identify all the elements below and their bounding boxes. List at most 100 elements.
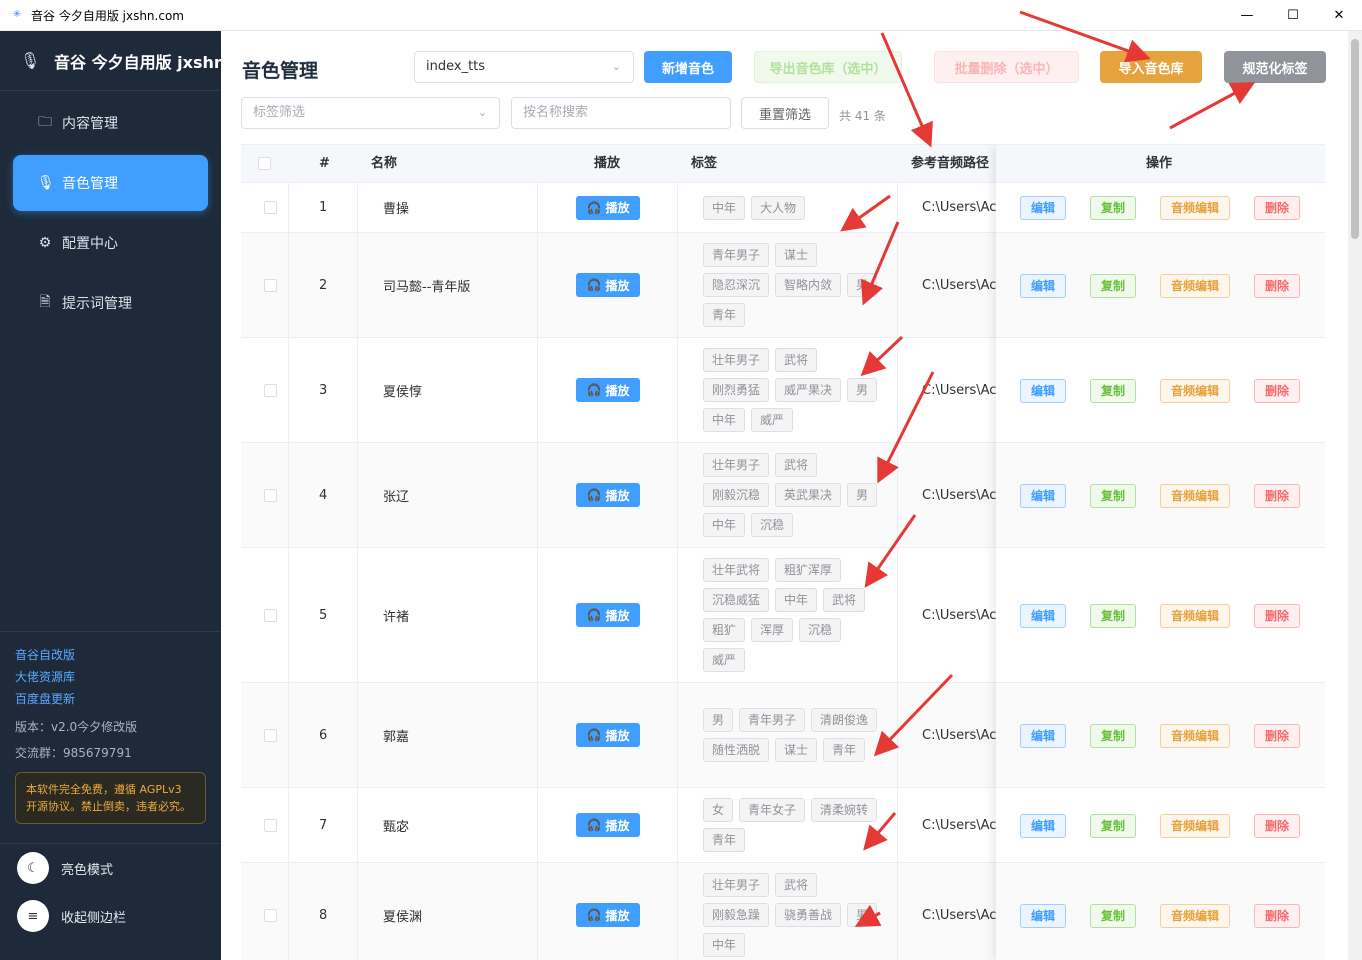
add-voice-button[interactable]: 新增音色 — [644, 51, 732, 83]
edit-button[interactable]: 编辑 — [1020, 484, 1067, 508]
delete-button[interactable]: 删除 — [1254, 904, 1301, 928]
tag[interactable]: 女 — [703, 798, 734, 822]
tag[interactable]: 中年 — [703, 408, 746, 432]
audio-edit-button[interactable]: 音频编辑 — [1160, 274, 1231, 298]
tag[interactable]: 青年 — [823, 738, 866, 762]
play-button[interactable]: 🎧 播放 — [576, 903, 640, 927]
copy-button[interactable]: 复制 — [1090, 196, 1137, 220]
tag[interactable]: 武将 — [823, 588, 866, 612]
copy-button[interactable]: 复制 — [1090, 484, 1137, 508]
search-input[interactable]: 按名称搜索 — [511, 97, 731, 129]
row-checkbox[interactable] — [264, 818, 277, 832]
tag[interactable]: 青年 — [703, 303, 746, 327]
play-button[interactable]: 🎧 播放 — [576, 378, 640, 402]
tag[interactable]: 刚毅急躁 — [703, 903, 770, 927]
tag[interactable]: 青年 — [703, 828, 746, 852]
copy-button[interactable]: 复制 — [1090, 724, 1137, 748]
tag[interactable]: 男 — [847, 483, 878, 507]
row-checkbox[interactable] — [264, 488, 277, 502]
tag[interactable]: 壮年武将 — [703, 558, 770, 582]
audio-edit-button[interactable]: 音频编辑 — [1160, 604, 1231, 628]
tag[interactable]: 威严 — [751, 408, 794, 432]
tag[interactable]: 壮年男子 — [703, 453, 770, 477]
tag[interactable]: 中年 — [703, 933, 746, 957]
row-checkbox[interactable] — [264, 201, 277, 214]
maximize-button[interactable]: ☐ — [1270, 0, 1316, 31]
tag[interactable]: 大人物 — [751, 195, 806, 220]
tag[interactable]: 武将 — [775, 453, 818, 477]
sidebar-item-config[interactable]: ⚙ 配置中心 — [13, 215, 208, 271]
play-button[interactable]: 🎧 播放 — [576, 813, 640, 837]
row-checkbox[interactable] — [264, 728, 277, 742]
row-checkbox[interactable] — [264, 278, 277, 292]
tag-filter-select[interactable]: 标签筛选 ⌄ — [241, 97, 500, 129]
tag[interactable]: 谋士 — [775, 243, 818, 267]
tag[interactable]: 威严果决 — [775, 378, 842, 402]
link-yingu-mod[interactable]: 音谷自改版 — [0, 644, 221, 666]
audio-edit-button[interactable]: 音频编辑 — [1160, 814, 1231, 838]
tag[interactable]: 骁勇善战 — [775, 903, 842, 927]
close-window-button[interactable]: ✕ — [1316, 0, 1362, 31]
play-button[interactable]: 🎧 播放 — [576, 273, 640, 297]
delete-button[interactable]: 删除 — [1254, 379, 1301, 403]
tag[interactable]: 智略内敛 — [775, 273, 842, 297]
tag[interactable]: 壮年男子 — [703, 348, 770, 372]
tag[interactable]: 刚烈勇猛 — [703, 378, 770, 402]
tag[interactable]: 壮年男子 — [703, 873, 770, 897]
play-button[interactable]: 🎧 播放 — [576, 483, 640, 507]
tag[interactable]: 中年 — [775, 588, 818, 612]
delete-button[interactable]: 删除 — [1254, 274, 1301, 298]
sidebar-item-prompts[interactable]: 🗎 提示词管理 — [13, 275, 208, 331]
tag[interactable]: 沉稳 — [751, 513, 794, 537]
copy-button[interactable]: 复制 — [1090, 814, 1137, 838]
audio-edit-button[interactable]: 音频编辑 — [1160, 196, 1231, 220]
tag[interactable]: 粗犷 — [703, 618, 746, 642]
tag[interactable]: 青年男子 — [703, 243, 770, 267]
tag[interactable]: 男 — [847, 903, 878, 927]
tag[interactable]: 武将 — [775, 348, 818, 372]
reset-filter-button[interactable]: 重置筛选 — [741, 97, 829, 129]
delete-button[interactable]: 删除 — [1254, 484, 1301, 508]
select-all-checkbox[interactable] — [258, 157, 271, 170]
theme-toggle[interactable]: ☾ 亮色模式 — [0, 844, 221, 892]
tag[interactable]: 中年 — [703, 513, 746, 537]
minimize-button[interactable]: — — [1224, 0, 1270, 31]
row-checkbox[interactable] — [264, 383, 277, 397]
tag[interactable]: 青年男子 — [739, 708, 806, 732]
audio-edit-button[interactable]: 音频编辑 — [1160, 724, 1231, 748]
tag[interactable]: 粗犷浑厚 — [775, 558, 842, 582]
edit-button[interactable]: 编辑 — [1020, 379, 1067, 403]
collapse-sidebar[interactable]: ≡ 收起侧边栏 — [0, 892, 221, 940]
edit-button[interactable]: 编辑 — [1020, 814, 1067, 838]
edit-button[interactable]: 编辑 — [1020, 274, 1067, 298]
copy-button[interactable]: 复制 — [1090, 604, 1137, 628]
tag[interactable]: 随性洒脱 — [703, 738, 770, 762]
copy-button[interactable]: 复制 — [1090, 379, 1137, 403]
audio-edit-button[interactable]: 音频编辑 — [1160, 379, 1231, 403]
copy-button[interactable]: 复制 — [1090, 904, 1137, 928]
audio-edit-button[interactable]: 音频编辑 — [1160, 484, 1231, 508]
link-baidu-update[interactable]: 百度盘更新 — [0, 688, 221, 710]
tag[interactable]: 男 — [703, 708, 734, 732]
batch-delete-button[interactable]: 批量删除（选中） — [934, 51, 1079, 83]
audio-edit-button[interactable]: 音频编辑 — [1160, 904, 1231, 928]
tag[interactable]: 清朗俊逸 — [811, 708, 878, 732]
row-checkbox[interactable] — [264, 608, 277, 622]
tag[interactable]: 威严 — [703, 648, 746, 672]
play-button[interactable]: 🎧 播放 — [576, 195, 640, 220]
copy-button[interactable]: 复制 — [1090, 274, 1137, 298]
sidebar-item-content[interactable]: 🗀 内容管理 — [13, 95, 208, 151]
tag[interactable]: 男 — [847, 378, 878, 402]
tag[interactable]: 中年 — [703, 195, 746, 220]
page-scrollbar[interactable] — [1348, 31, 1362, 960]
export-button[interactable]: 导出音色库（选中） — [754, 51, 902, 83]
delete-button[interactable]: 删除 — [1254, 724, 1301, 748]
tag[interactable]: 隐忍深沉 — [703, 273, 770, 297]
delete-button[interactable]: 删除 — [1254, 196, 1301, 220]
tag[interactable]: 刚毅沉稳 — [703, 483, 770, 507]
play-button[interactable]: 🎧 播放 — [576, 603, 640, 627]
play-button[interactable]: 🎧 播放 — [576, 723, 640, 747]
edit-button[interactable]: 编辑 — [1020, 604, 1067, 628]
tag[interactable]: 青年女子 — [739, 798, 806, 822]
tag[interactable]: 武将 — [775, 873, 818, 897]
